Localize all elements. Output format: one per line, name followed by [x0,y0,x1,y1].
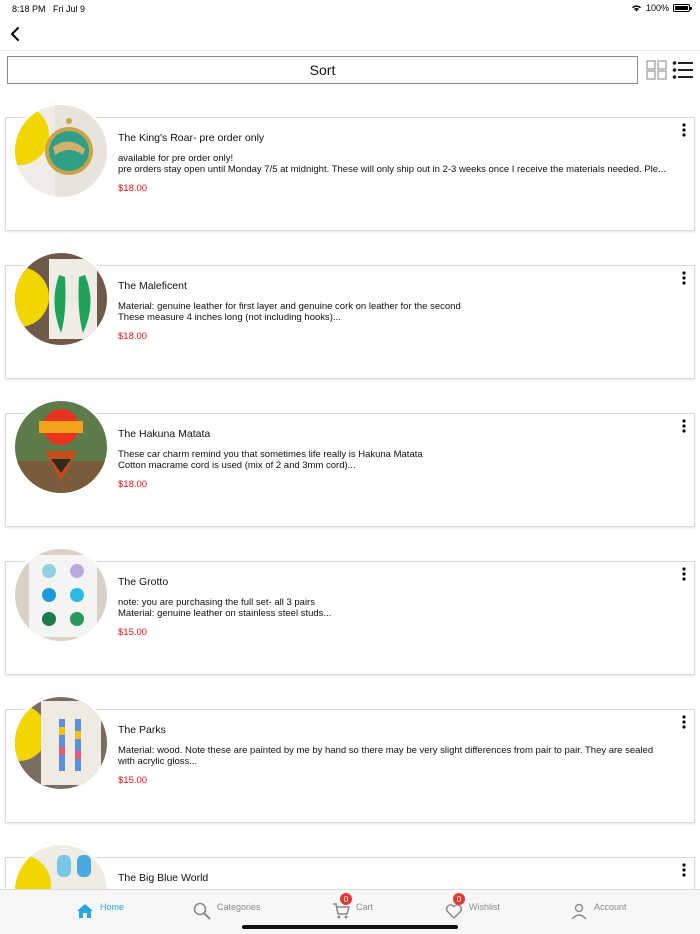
more-vertical-icon [682,715,686,729]
more-vertical-icon [682,271,686,285]
product-item[interactable]: The Big Blue World [5,840,695,890]
more-options-button[interactable] [679,862,689,878]
product-item[interactable]: The Parks Material: wood. Note these are… [5,692,695,823]
product-price: $18.00 [118,183,148,194]
product-image[interactable] [15,105,107,197]
status-right: 100% [631,3,692,13]
chevron-left-icon [11,27,19,41]
more-options-button[interactable] [679,270,689,286]
cart-icon: 0 [332,893,352,920]
battery-percent: 100% [645,3,669,13]
product-item[interactable]: The King's Roar- pre order only availabl… [5,100,695,231]
product-description: Material: wood. Note these are painted b… [118,745,654,767]
more-options-button[interactable] [679,418,689,434]
product-item[interactable]: The Maleficent Material: genuine leather… [5,248,695,379]
product-image[interactable] [15,253,107,345]
status-bar: 8:18 PM Fri Jul 9 100% [0,0,700,18]
sort-button[interactable]: Sort [7,56,638,84]
tab-account[interactable]: Account [570,902,627,920]
tab-label: Account [594,902,627,912]
wishlist-badge: 0 [453,893,465,905]
tab-categories[interactable]: Categories [193,902,261,920]
wifi-icon [631,5,641,12]
product-price: $18.00 [118,479,148,490]
tab-label: Categories [217,902,261,912]
status-time: 8:18 PM Fri Jul 9 [12,4,86,14]
product-title[interactable]: The Maleficent [118,280,187,292]
heart-icon: 0 [445,893,465,920]
battery-icon [673,4,692,12]
list-view-button[interactable] [672,60,694,80]
product-title[interactable]: The Hakuna Matata [118,428,210,440]
product-title[interactable]: The King's Roar- pre order only [118,132,264,144]
grid-icon [646,60,667,80]
more-vertical-icon [682,863,686,877]
product-list: The King's Roar- pre order only availabl… [0,100,700,890]
back-button[interactable] [6,24,26,44]
product-title[interactable]: The Big Blue World [118,872,208,884]
product-description: Material: genuine leather for first laye… [118,301,461,323]
product-price: $15.00 [118,775,148,786]
tab-label: Home [100,902,125,912]
header-divider [0,50,700,51]
tab-home[interactable]: Home [76,902,124,920]
grid-view-button[interactable] [646,60,668,80]
product-card [5,857,695,890]
product-price: $15.00 [118,627,148,638]
tab-wishlist[interactable]: 0 Wishlist [445,893,500,920]
home-indicator[interactable] [242,925,458,929]
product-description: available for pre order only! pre orders… [118,153,666,175]
product-item[interactable]: The Grotto note: you are purchasing the … [5,544,695,675]
more-vertical-icon [682,419,686,433]
more-vertical-icon [682,123,686,137]
cart-badge: 0 [340,893,352,905]
view-toggle [646,60,694,80]
product-image[interactable] [15,401,107,493]
product-title[interactable]: The Grotto [118,576,168,588]
product-item[interactable]: The Hakuna Matata These car charm remind… [5,396,695,527]
product-image[interactable] [15,549,107,641]
product-image[interactable] [15,845,107,890]
more-options-button[interactable] [679,714,689,730]
product-title[interactable]: The Parks [118,724,166,736]
more-vertical-icon [682,567,686,581]
product-image[interactable] [15,697,107,789]
product-description: These car charm remind you that sometime… [118,449,423,471]
list-icon [672,61,693,79]
more-options-button[interactable] [679,122,689,138]
product-description: note: you are purchasing the full set- a… [118,597,332,619]
product-price: $18.00 [118,331,148,342]
user-icon [570,902,588,920]
more-options-button[interactable] [679,566,689,582]
search-icon [193,902,211,920]
home-icon [76,902,94,920]
tab-cart[interactable]: 0 Cart [332,893,374,920]
tab-label: Wishlist [469,902,500,912]
tab-label: Cart [356,902,374,912]
